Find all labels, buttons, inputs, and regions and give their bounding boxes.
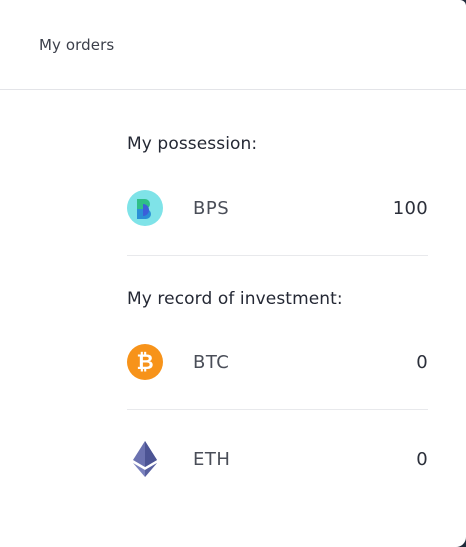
coin-name: ETH bbox=[193, 449, 231, 470]
orders-panel: My orders My possession: BPS 100 My reco… bbox=[0, 0, 466, 547]
coin-amount: 0 bbox=[416, 449, 428, 470]
divider bbox=[127, 255, 428, 256]
coin-name: BPS bbox=[193, 198, 230, 219]
bitcoin-icon: ₿ bbox=[127, 344, 163, 380]
panel-header: My orders bbox=[0, 0, 466, 90]
coin-name: BTC bbox=[193, 352, 230, 373]
coin-amount: 100 bbox=[392, 198, 428, 219]
possession-title: My possession: bbox=[127, 134, 258, 154]
ethereum-icon bbox=[133, 441, 157, 477]
bps-coin-icon bbox=[127, 190, 163, 226]
investment-row-btc: ₿ BTC 0 bbox=[127, 344, 428, 384]
coin-amount: 0 bbox=[416, 352, 428, 373]
investment-title: My record of investment: bbox=[127, 289, 343, 309]
svg-text:₿: ₿ bbox=[136, 350, 153, 374]
possession-row-bps: BPS 100 bbox=[127, 190, 428, 230]
page-title: My orders bbox=[39, 36, 115, 54]
investment-row-eth: ETH 0 bbox=[127, 441, 428, 481]
divider bbox=[127, 409, 428, 410]
